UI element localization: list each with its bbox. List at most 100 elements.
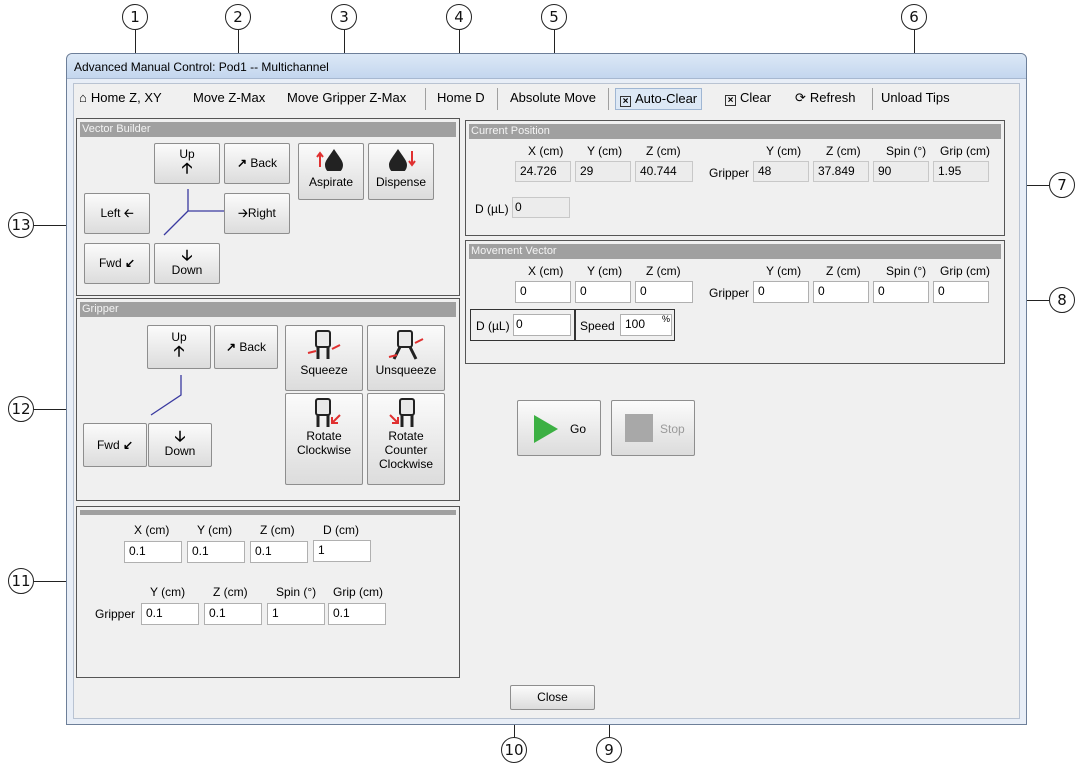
go-button[interactable]: Go [517, 400, 601, 456]
mv-ggrip-input[interactable]: 0 [933, 281, 989, 303]
auto-clear-check-icon: × [620, 96, 631, 107]
gr-down-button[interactable]: 🡣 Down [148, 423, 212, 467]
mv-gspin-label: Spin (°) [886, 264, 927, 278]
home-zxy-button[interactable]: ⌂ Home Z, XY [75, 88, 166, 110]
dispense-button[interactable]: Dispense [368, 143, 434, 200]
refresh-label: Refresh [809, 90, 856, 105]
vb-back-label: Back [250, 156, 278, 170]
aspirate-label: Aspirate [308, 175, 354, 189]
cp-gy-label: Y (cm) [766, 144, 802, 158]
rotate-cw-button[interactable]: Rotate Clockwise [285, 393, 363, 485]
unload-tips-button[interactable]: Unload Tips [877, 88, 954, 110]
mv-y-input[interactable]: 0 [575, 281, 631, 303]
cp-gz-value: 37.849 [813, 161, 869, 182]
window-title: Advanced Manual Control: Pod1 -- Multich… [74, 60, 329, 74]
vb-up-button[interactable]: Up 🡡 [154, 143, 220, 184]
step-x-input[interactable]: 0.1 [124, 541, 182, 563]
left-arrow-icon: 🡠 [123, 206, 134, 220]
gr-down-label: Down [164, 444, 196, 458]
callout-2: 2 [225, 4, 251, 30]
fwd-arrow-icon: ↙ [124, 256, 136, 270]
cp-x-label: X (cm) [528, 144, 564, 158]
move-gripper-zmax-label: Move Gripper Z-Max [287, 90, 407, 105]
cp-d-label: D (µL) [475, 202, 509, 216]
callout-11: 11 [8, 568, 34, 594]
mv-y-label: Y (cm) [587, 264, 623, 278]
mv-x-input[interactable]: 0 [515, 281, 571, 303]
step-ggrip-input[interactable]: 0.1 [328, 603, 386, 625]
cp-gripper-label: Gripper [709, 166, 750, 180]
vb-right-button[interactable]: 🡢Right [224, 193, 290, 234]
rotate-ccw-label-2: Counter [384, 443, 428, 457]
squeeze-label: Squeeze [300, 363, 348, 377]
move-zmax-label: Move Z-Max [193, 90, 266, 105]
step-gspin-input[interactable]: 1 [267, 603, 325, 625]
home-zxy-label: Home Z, XY [90, 90, 162, 105]
gr-fwd-button[interactable]: Fwd ↙ [83, 423, 147, 467]
current-position-panel: Current Position X (cm) Y (cm) Z (cm) 24… [465, 120, 1005, 236]
fwd-arrow-icon: ↙ [122, 438, 134, 452]
cp-gspin-label: Spin (°) [886, 144, 927, 158]
go-label: Go [570, 422, 587, 436]
up-arrow-icon: 🡡 [181, 160, 193, 177]
gr-back-button[interactable]: ↗ Back [214, 325, 278, 369]
step-d-input[interactable]: 1 [313, 540, 371, 562]
clear-label: Clear [740, 90, 772, 105]
move-gripper-zmax-button[interactable]: Move Gripper Z-Max [283, 88, 410, 110]
vb-down-button[interactable]: 🡣 Down [154, 243, 220, 284]
step-gy-input[interactable]: 0.1 [141, 603, 199, 625]
mv-z-label: Z (cm) [646, 264, 681, 278]
cp-ggrip-label: Grip (cm) [940, 144, 990, 158]
clear-button[interactable]: × Clear [721, 88, 775, 110]
stop-icon [625, 414, 653, 442]
cp-gy-value: 48 [753, 161, 809, 182]
current-position-title: Current Position [469, 124, 1001, 139]
gr-up-button[interactable]: Up 🡡 [147, 325, 211, 369]
step-z-input[interactable]: 0.1 [250, 541, 308, 563]
movement-vector-title: Movement Vector [469, 244, 1001, 259]
gripper-axis-diagram [150, 375, 182, 416]
squeeze-button[interactable]: Squeeze [285, 325, 363, 391]
step-y-label: Y (cm) [197, 523, 233, 537]
mv-z-input[interactable]: 0 [635, 281, 693, 303]
aspirate-button[interactable]: Aspirate [298, 143, 364, 200]
step-gz-input[interactable]: 0.1 [204, 603, 262, 625]
mv-gz-input[interactable]: 0 [813, 281, 869, 303]
home-icon: ⌂ [79, 90, 87, 105]
mv-gspin-input[interactable]: 0 [873, 281, 929, 303]
vb-up-label: Up [179, 147, 195, 161]
vb-left-button[interactable]: Left 🡠 [84, 193, 150, 234]
vb-back-button[interactable]: ↗ Back [224, 143, 290, 184]
toolbar-separator [497, 88, 498, 110]
mv-gy-input[interactable]: 0 [753, 281, 809, 303]
unsqueeze-button[interactable]: Unsqueeze [367, 325, 445, 391]
callout-4: 4 [446, 4, 472, 30]
vector-builder-panel: Vector Builder Up 🡡 ↗ Back Aspirate Disp… [76, 118, 460, 296]
aspirate-icon [316, 149, 343, 171]
vb-fwd-button[interactable]: Fwd ↙ [84, 243, 150, 284]
absolute-move-button[interactable]: Absolute Move [506, 88, 600, 110]
stop-button[interactable]: Stop [611, 400, 695, 456]
mv-d-group: D (µL) 0 [470, 309, 575, 341]
refresh-button[interactable]: ⟳ Refresh [791, 88, 859, 110]
home-d-button[interactable]: Home D [433, 88, 489, 110]
cp-y-value: 29 [575, 161, 631, 182]
cp-z-label: Z (cm) [646, 144, 681, 158]
mv-d-input[interactable]: 0 [513, 314, 571, 336]
rotate-ccw-button[interactable]: Rotate Counter Clockwise [367, 393, 445, 485]
cp-y-label: Y (cm) [587, 144, 623, 158]
mv-ggrip-label: Grip (cm) [940, 264, 990, 278]
step-gspin-label: Spin (°) [276, 585, 317, 599]
title-bar: Advanced Manual Control: Pod1 -- Multich… [67, 54, 1026, 79]
auto-clear-toggle[interactable]: × Auto-Clear [615, 88, 703, 110]
close-button[interactable]: Close [510, 685, 595, 710]
back-arrow-icon: ↗ [225, 340, 237, 354]
vb-down-label: Down [171, 263, 203, 277]
callout-8: 8 [1049, 287, 1075, 313]
window-client: ⌂ Home Z, XY Move Z-Max Move Gripper Z-Ma… [73, 83, 1020, 719]
vector-builder-title: Vector Builder [80, 122, 456, 137]
step-gripper-label: Gripper [95, 607, 136, 621]
step-y-input[interactable]: 0.1 [187, 541, 245, 563]
step-ggrip-label: Grip (cm) [333, 585, 383, 599]
move-zmax-button[interactable]: Move Z-Max [189, 88, 269, 110]
